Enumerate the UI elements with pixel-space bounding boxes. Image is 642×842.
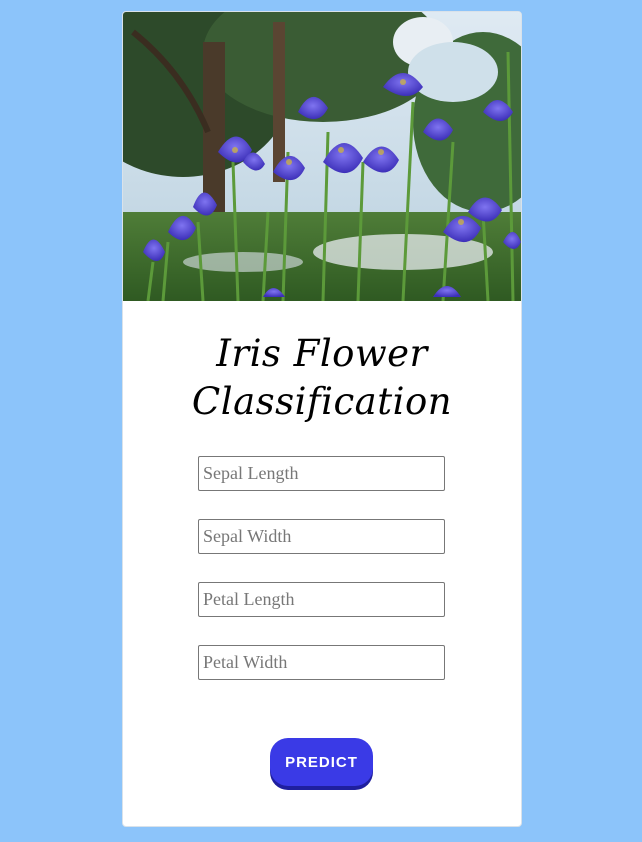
main-card: Iris Flower Classification PREDICT	[122, 11, 522, 827]
page-title: Iris Flower Classification	[191, 332, 453, 423]
petal-length-input[interactable]	[198, 582, 445, 617]
petal-width-input[interactable]	[198, 645, 445, 680]
predict-button[interactable]: PREDICT	[270, 738, 373, 786]
sepal-width-input[interactable]	[198, 519, 445, 554]
iris-flowers-image	[123, 12, 521, 301]
sepal-length-input[interactable]	[198, 456, 445, 491]
